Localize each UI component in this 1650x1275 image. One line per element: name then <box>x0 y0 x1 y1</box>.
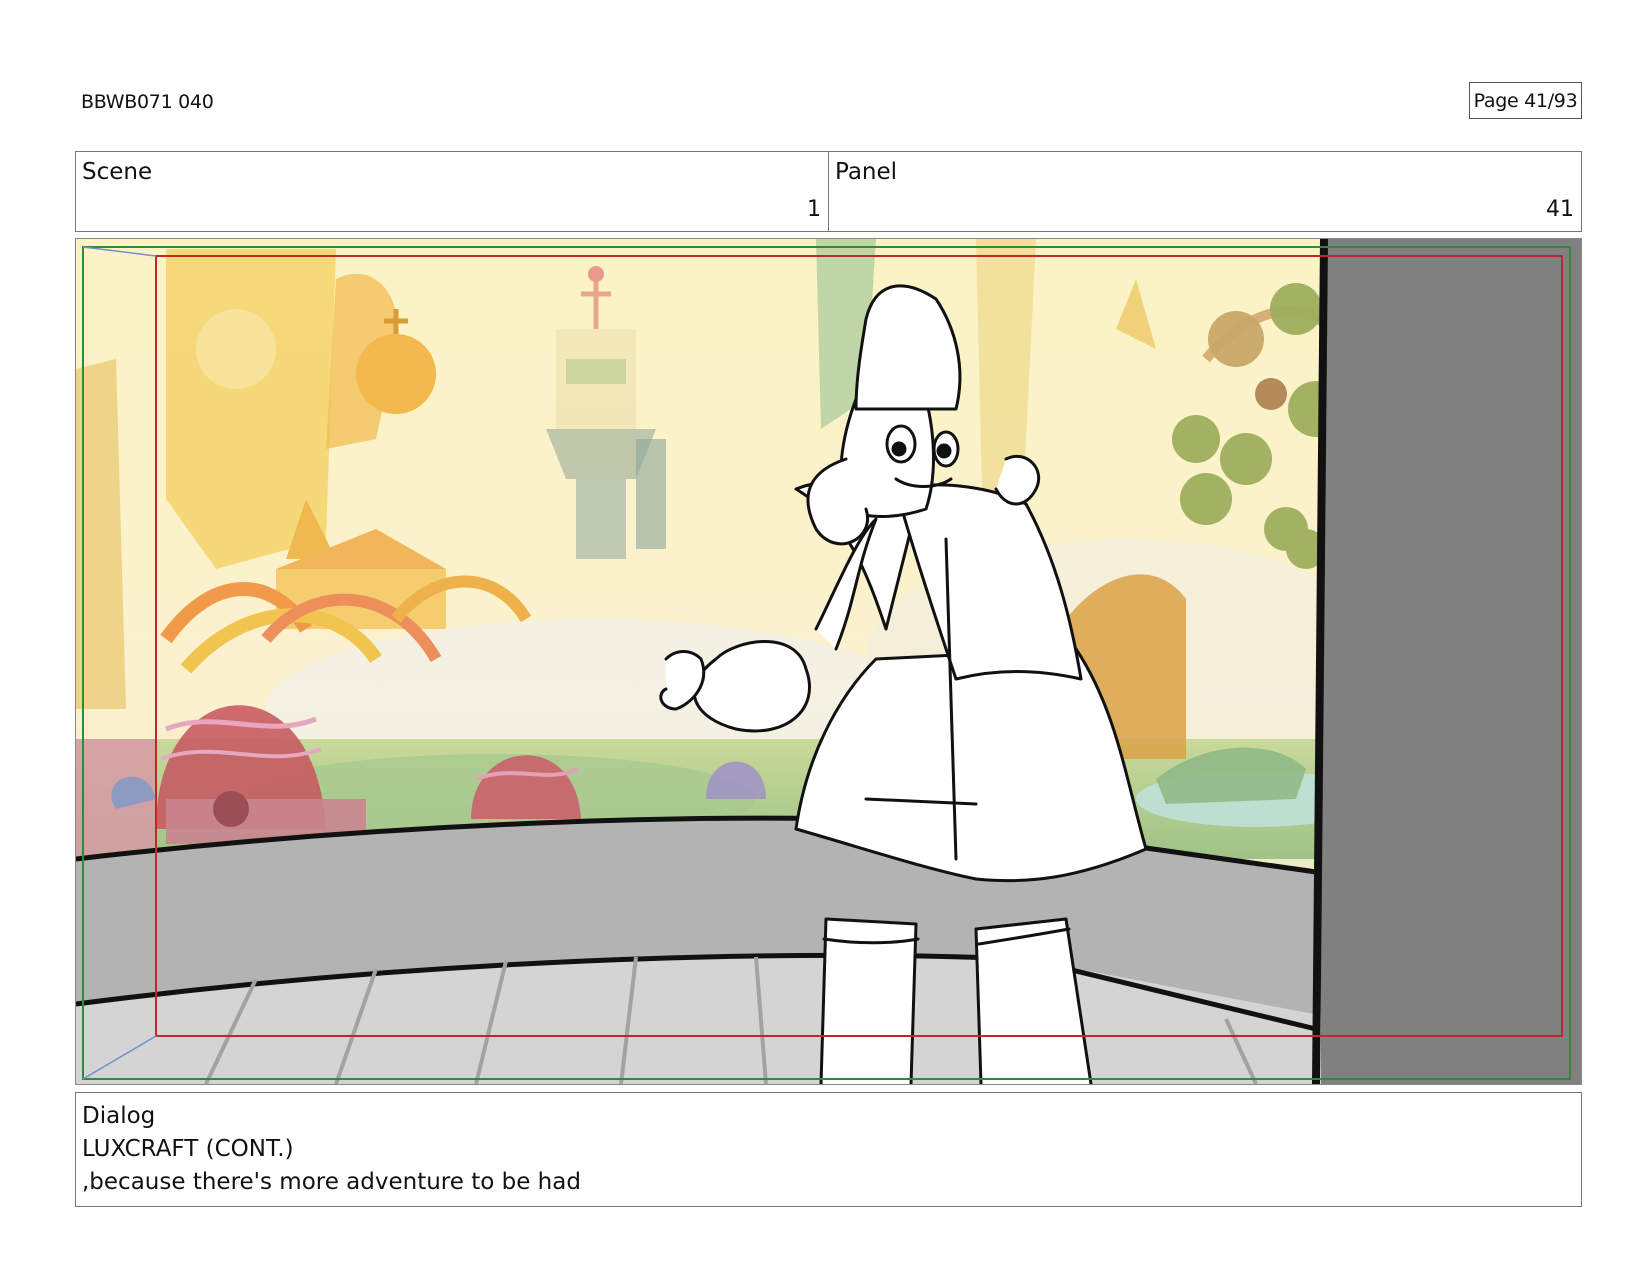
dialog-character: LUXCRAFT (CONT.) <box>82 1136 294 1162</box>
document-id: BBWB071 040 <box>81 91 214 113</box>
scene-panel-header: Scene 1 Panel 41 <box>75 151 1582 232</box>
dialog-label: Dialog <box>82 1103 156 1129</box>
dialog-line: ,because there's more adventure to be ha… <box>82 1169 581 1195</box>
panel-label: Panel <box>835 159 898 185</box>
dialog-box: Dialog LUXCRAFT (CONT.) ,because there's… <box>75 1092 1582 1207</box>
scene-value: 1 <box>807 197 821 222</box>
scene-cell: Scene 1 <box>76 152 828 231</box>
platform-wall <box>76 815 1367 1084</box>
page-number: Page 41/93 <box>1469 82 1582 119</box>
scene-label: Scene <box>82 159 153 185</box>
panel-value: 41 <box>1546 197 1574 222</box>
panel-cell: Panel 41 <box>828 152 1581 231</box>
side-door <box>1321 239 1581 1084</box>
storyboard-panel-image <box>75 238 1582 1085</box>
